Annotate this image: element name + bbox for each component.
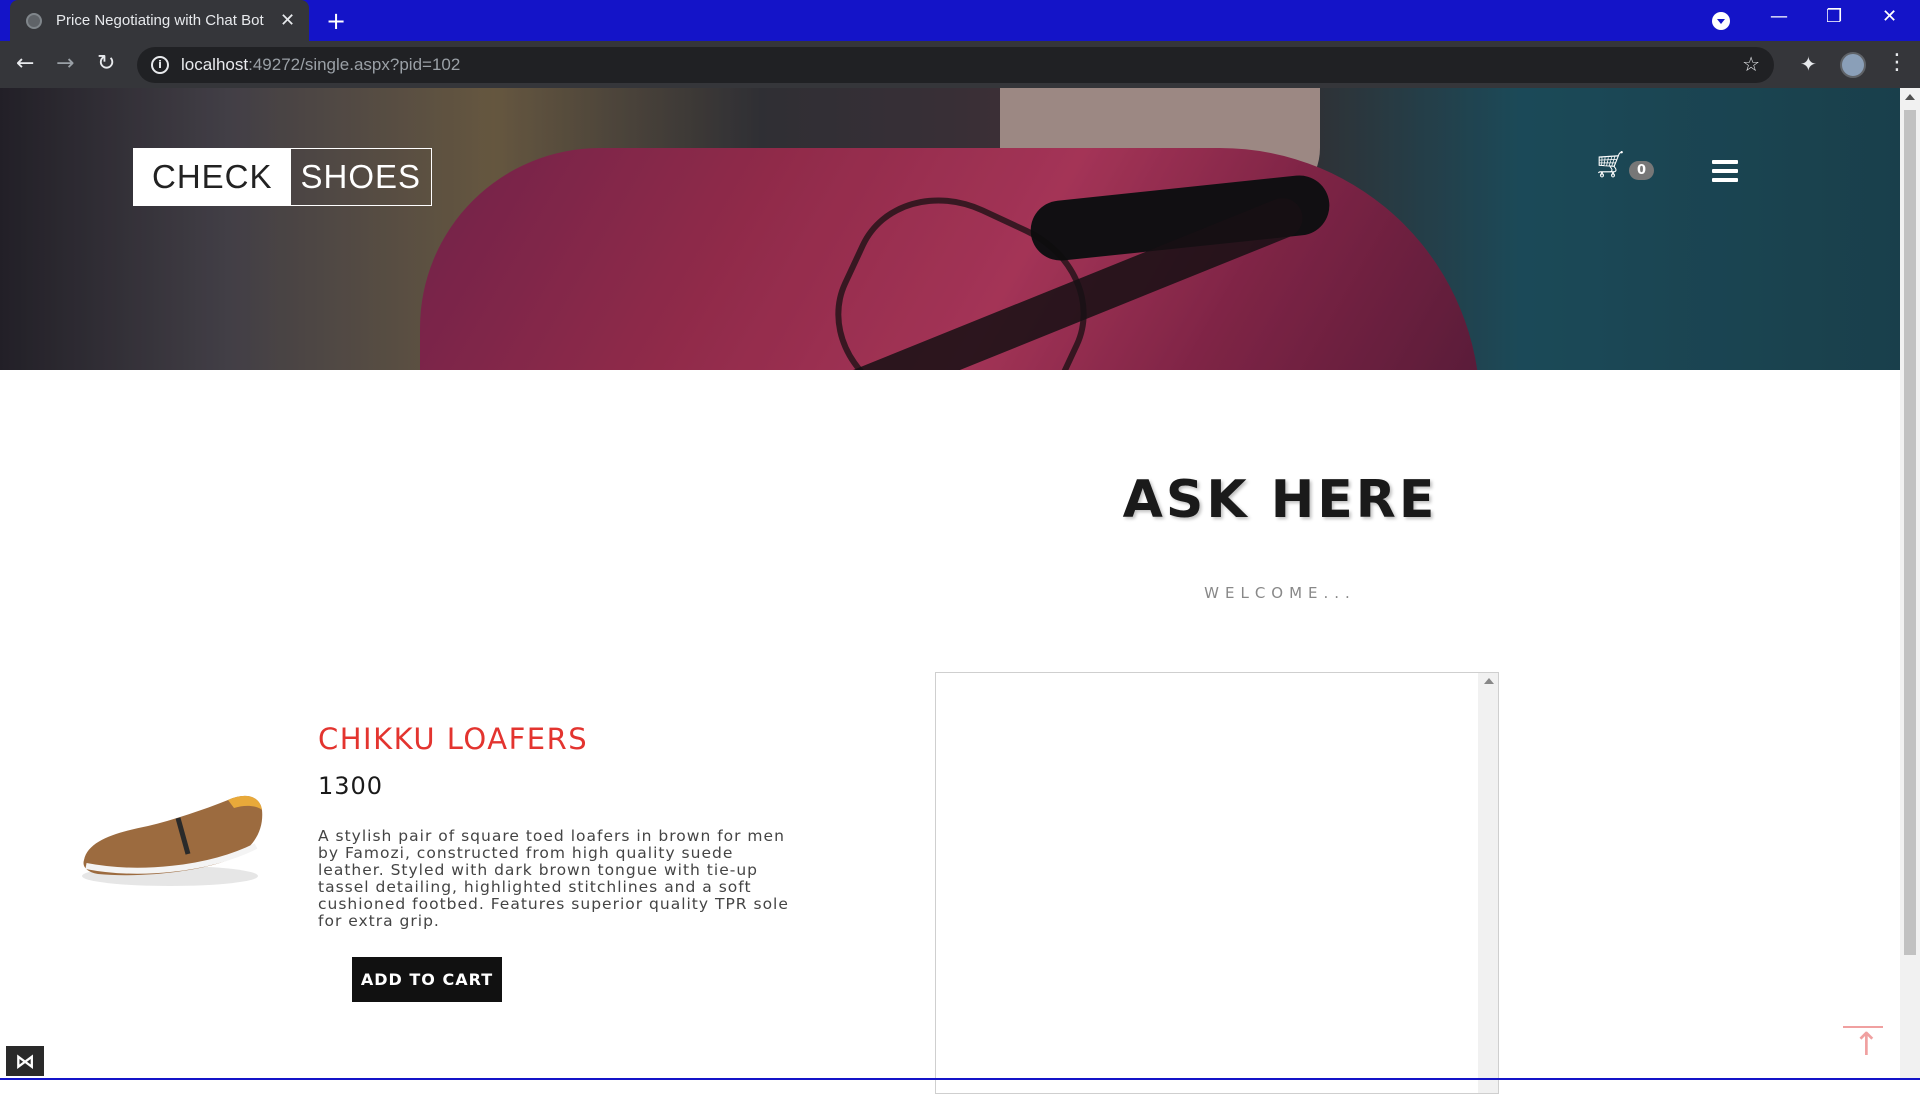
back-icon[interactable]: ← xyxy=(16,51,34,76)
page-scrollbar[interactable] xyxy=(1900,88,1920,1080)
product-name: CHIKKU LOAFERS xyxy=(318,722,589,756)
page-scroll-thumb[interactable] xyxy=(1904,110,1916,955)
cart-button[interactable]: 🛒︎ 0 xyxy=(1594,150,1655,180)
window-minimize-icon[interactable]: — xyxy=(1770,6,1788,27)
url-path: :49272/single.aspx?pid=102 xyxy=(248,55,461,74)
chat-window[interactable] xyxy=(935,672,1499,1094)
chat-subtitle: WELCOME... xyxy=(1204,584,1356,602)
url-host: localhost xyxy=(181,55,249,74)
tab-close-icon[interactable]: ✕ xyxy=(280,10,295,31)
logo-shoes-text: SHOES xyxy=(300,158,422,195)
chat-title: ASK HERE xyxy=(1122,470,1438,530)
scroll-to-top-button[interactable]: ↑ xyxy=(1843,1026,1883,1062)
hamburger-menu-icon[interactable] xyxy=(1712,160,1738,187)
hero-overlay xyxy=(0,88,1900,370)
browser-tab[interactable]: Price Negotiating with Chat Bot ✕ xyxy=(10,0,309,41)
scroll-top-icon: ↑ xyxy=(1853,1025,1880,1063)
product-price: 1300 xyxy=(318,772,384,800)
browser-toolbar: ← → ↻ i localhost:49272/single.aspx?pid=… xyxy=(0,41,1920,88)
extensions-icon[interactable]: ✦ xyxy=(1800,52,1817,76)
cart-count-badge: 0 xyxy=(1629,160,1655,180)
page-scroll-up-icon[interactable] xyxy=(1905,94,1915,100)
tab-search-icon[interactable] xyxy=(1712,12,1730,30)
product-description: A stylish pair of square toed loafers in… xyxy=(318,827,789,930)
chat-scrollbar[interactable] xyxy=(1478,673,1498,1093)
profile-avatar[interactable] xyxy=(1840,52,1866,78)
tab-title: Price Negotiating with Chat Bot xyxy=(56,12,264,29)
visual-studio-icon[interactable]: ⋈ xyxy=(6,1046,44,1076)
window-close-icon[interactable]: ✕ xyxy=(1882,6,1897,27)
site-logo[interactable]: CHECK SHOES xyxy=(133,148,433,206)
window-maximize-icon[interactable]: ❐ xyxy=(1826,6,1842,27)
tab-favicon-icon xyxy=(26,12,42,29)
cart-icon: 🛒︎ xyxy=(1594,150,1628,180)
browser-menu-icon[interactable]: ⋮ xyxy=(1886,50,1908,75)
reload-icon[interactable]: ↻ xyxy=(97,51,115,76)
add-to-cart-button[interactable]: ADD TO CART xyxy=(352,957,502,1002)
product-image xyxy=(82,795,263,886)
bookmark-star-icon[interactable]: ☆ xyxy=(1742,52,1760,76)
chat-scroll-up-icon[interactable] xyxy=(1484,678,1494,684)
forward-icon[interactable]: → xyxy=(56,51,74,76)
hero-banner xyxy=(0,88,1900,370)
logo-check-text: CHECK xyxy=(134,149,291,205)
site-info-icon[interactable]: i xyxy=(151,56,169,74)
browser-tab-bar: Price Negotiating with Chat Bot ✕ + — ❐ … xyxy=(0,0,1920,41)
address-bar[interactable]: i localhost:49272/single.aspx?pid=102 ☆ xyxy=(137,47,1774,83)
new-tab-plus-icon[interactable]: + xyxy=(326,7,346,35)
